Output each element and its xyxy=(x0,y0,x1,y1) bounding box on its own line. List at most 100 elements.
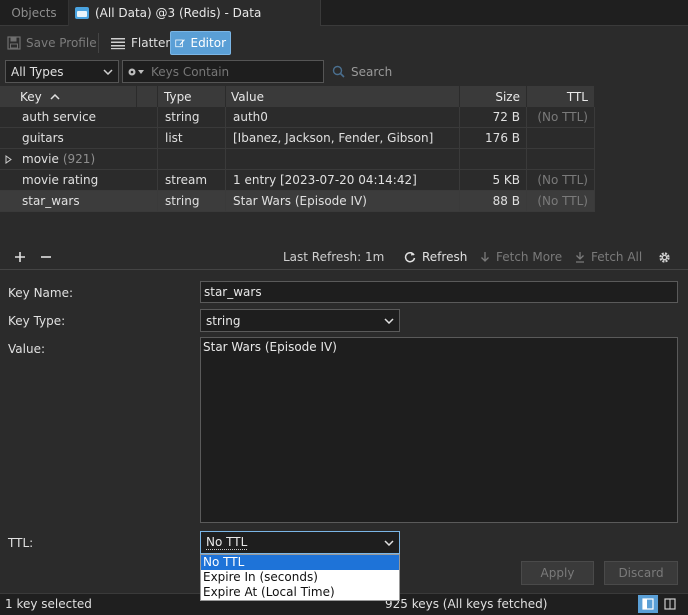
toolbar xyxy=(0,27,688,59)
row-type-cell: string xyxy=(158,107,226,128)
search-button[interactable]: Search xyxy=(332,60,392,83)
key-type-select[interactable]: string xyxy=(200,309,400,332)
table-row-selected[interactable]: star_wars string Star Wars (Episode IV) … xyxy=(0,191,595,212)
ttl-dropdown-menu: No TTL Expire In (seconds) Expire At (Lo… xyxy=(200,554,400,601)
refresh-button[interactable]: Refresh xyxy=(404,248,467,266)
row-size-cell: 176 B xyxy=(460,128,527,149)
row-type-cell: stream xyxy=(158,170,226,191)
search-options-icon xyxy=(128,68,144,75)
view-full-button[interactable] xyxy=(660,595,680,613)
discard-button[interactable]: Discard xyxy=(604,561,678,585)
column-header-value[interactable]: Value xyxy=(226,86,460,107)
type-header-label: Type xyxy=(164,89,192,104)
key-header-label: Key xyxy=(20,89,42,104)
row-ttl-cell: (No TTL) xyxy=(527,107,595,128)
row-size-cell: 72 B xyxy=(460,107,527,128)
chevron-down-icon xyxy=(103,68,113,75)
apply-button[interactable]: Apply xyxy=(521,561,594,585)
row-key-cell: movie (921) xyxy=(0,149,158,170)
save-icon xyxy=(7,36,21,50)
row-ttl-cell xyxy=(527,128,595,149)
settings-button[interactable] xyxy=(658,248,671,266)
search-icon xyxy=(332,65,345,78)
type-filter-select[interactable]: All Types xyxy=(5,60,119,83)
fetch-more-label: Fetch More xyxy=(496,250,563,264)
size-header-label: Size xyxy=(495,89,520,104)
pencil-edit-icon xyxy=(175,39,185,48)
key-name-field[interactable]: star_wars xyxy=(200,281,678,303)
ttl-label: TTL: xyxy=(8,536,34,550)
tab-objects[interactable]: Objects xyxy=(0,0,69,26)
save-profile-button[interactable]: Save Profile xyxy=(3,31,101,55)
full-view-icon xyxy=(664,598,676,610)
value-text: Star Wars (Episode IV) xyxy=(203,340,337,354)
save-profile-label: Save Profile xyxy=(26,36,97,50)
row-type-cell: list xyxy=(158,128,226,149)
discard-label: Discard xyxy=(618,566,664,580)
toolbar-divider xyxy=(98,33,99,53)
column-header-key[interactable]: Key xyxy=(0,86,137,107)
view-split-button[interactable] xyxy=(638,595,658,613)
table-row[interactable]: auth service string auth0 72 B (No TTL) xyxy=(0,107,595,128)
value-label: Value: xyxy=(8,342,45,356)
key-type-value: string xyxy=(206,313,241,328)
group-key-count: (921) xyxy=(62,152,96,166)
value-textarea[interactable]: Star Wars (Episode IV) xyxy=(200,337,678,523)
column-header-type[interactable]: Type xyxy=(158,86,226,107)
remove-key-button[interactable] xyxy=(40,248,52,266)
key-type-label: Key Type: xyxy=(8,314,66,328)
row-type-cell xyxy=(158,149,226,170)
arrow-down-icon xyxy=(481,252,489,262)
sort-ascending-icon xyxy=(50,93,60,100)
ttl-option-expire-in[interactable]: Expire In (seconds) xyxy=(201,570,399,585)
row-size-cell: 88 B xyxy=(460,191,527,212)
last-refresh-label: Last Refresh: 1m xyxy=(283,250,385,264)
tab-data[interactable]: (All Data) @3 (Redis) - Data xyxy=(69,0,321,26)
chevron-down-icon xyxy=(384,317,394,324)
row-value-cell: 1 entry [2023-07-20 04:14:42] xyxy=(226,170,460,191)
search-input[interactable]: Keys Contain xyxy=(122,60,324,83)
selection-status: 1 key selected xyxy=(5,596,92,612)
fetch-all-button[interactable]: Fetch All xyxy=(575,248,642,266)
key-name-label: Key Name: xyxy=(8,286,74,300)
keys-count-text: 925 keys (All keys fetched) xyxy=(385,597,548,611)
ttl-select-value: No TTL xyxy=(206,535,248,550)
row-ttl-cell: (No TTL) xyxy=(527,170,595,191)
plus-icon xyxy=(15,252,25,262)
row-value-cell xyxy=(226,149,460,170)
tab-data-label: (All Data) @3 (Redis) - Data xyxy=(95,6,262,20)
ttl-option-no-ttl[interactable]: No TTL xyxy=(201,555,399,570)
flatten-button[interactable]: Flatten xyxy=(106,31,177,55)
ttl-select[interactable]: No TTL xyxy=(200,531,400,554)
gear-icon xyxy=(659,251,670,263)
split-view-icon xyxy=(642,598,654,610)
column-header-size[interactable]: Size xyxy=(460,86,527,107)
row-key-cell: auth service xyxy=(0,107,158,128)
column-header-spacer xyxy=(137,86,158,107)
fetch-more-button[interactable]: Fetch More xyxy=(480,248,562,266)
editor-toggle-button[interactable]: Editor xyxy=(170,31,231,55)
row-value-cell: Star Wars (Episode IV) xyxy=(226,191,460,212)
table-row-group[interactable]: movie (921) xyxy=(0,149,595,170)
refresh-label: Refresh xyxy=(422,250,468,264)
add-key-button[interactable] xyxy=(14,248,26,266)
row-type-cell: string xyxy=(158,191,226,212)
table-row[interactable]: movie rating stream 1 entry [2023-07-20 … xyxy=(0,170,595,191)
row-size-cell xyxy=(460,149,527,170)
column-header-ttl[interactable]: TTL xyxy=(527,86,595,107)
chevron-down-icon xyxy=(384,539,394,546)
minus-icon xyxy=(41,256,51,258)
row-ttl-cell xyxy=(527,149,595,170)
type-filter-value: All Types xyxy=(11,64,64,79)
tab-objects-label: Objects xyxy=(11,6,57,20)
table-window-icon xyxy=(75,7,89,19)
row-ttl-cell: (No TTL) xyxy=(527,191,595,212)
ttl-option-expire-at[interactable]: Expire At (Local Time) xyxy=(201,585,399,600)
row-key-cell: star_wars xyxy=(0,191,158,212)
refresh-icon xyxy=(404,251,416,263)
search-label: Search xyxy=(351,64,393,79)
flatten-label: Flatten xyxy=(131,36,173,50)
table-row[interactable]: guitars list [Ibanez, Jackson, Fender, G… xyxy=(0,128,595,149)
selection-status-text: 1 key selected xyxy=(5,597,92,611)
ttl-header-label: TTL xyxy=(566,89,588,104)
